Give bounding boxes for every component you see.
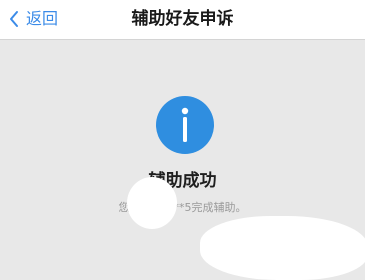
page-title: 辅助好友申诉 <box>131 9 234 29</box>
result-subtitle: 您已帮******5完成辅助。 <box>118 201 247 214</box>
redaction-mark <box>200 216 365 280</box>
result-title: 辅助成功 <box>148 171 217 191</box>
navigation-bar: 返回 辅助好友申诉 <box>0 0 365 40</box>
redaction-mark <box>127 177 177 229</box>
info-icon <box>156 96 214 154</box>
